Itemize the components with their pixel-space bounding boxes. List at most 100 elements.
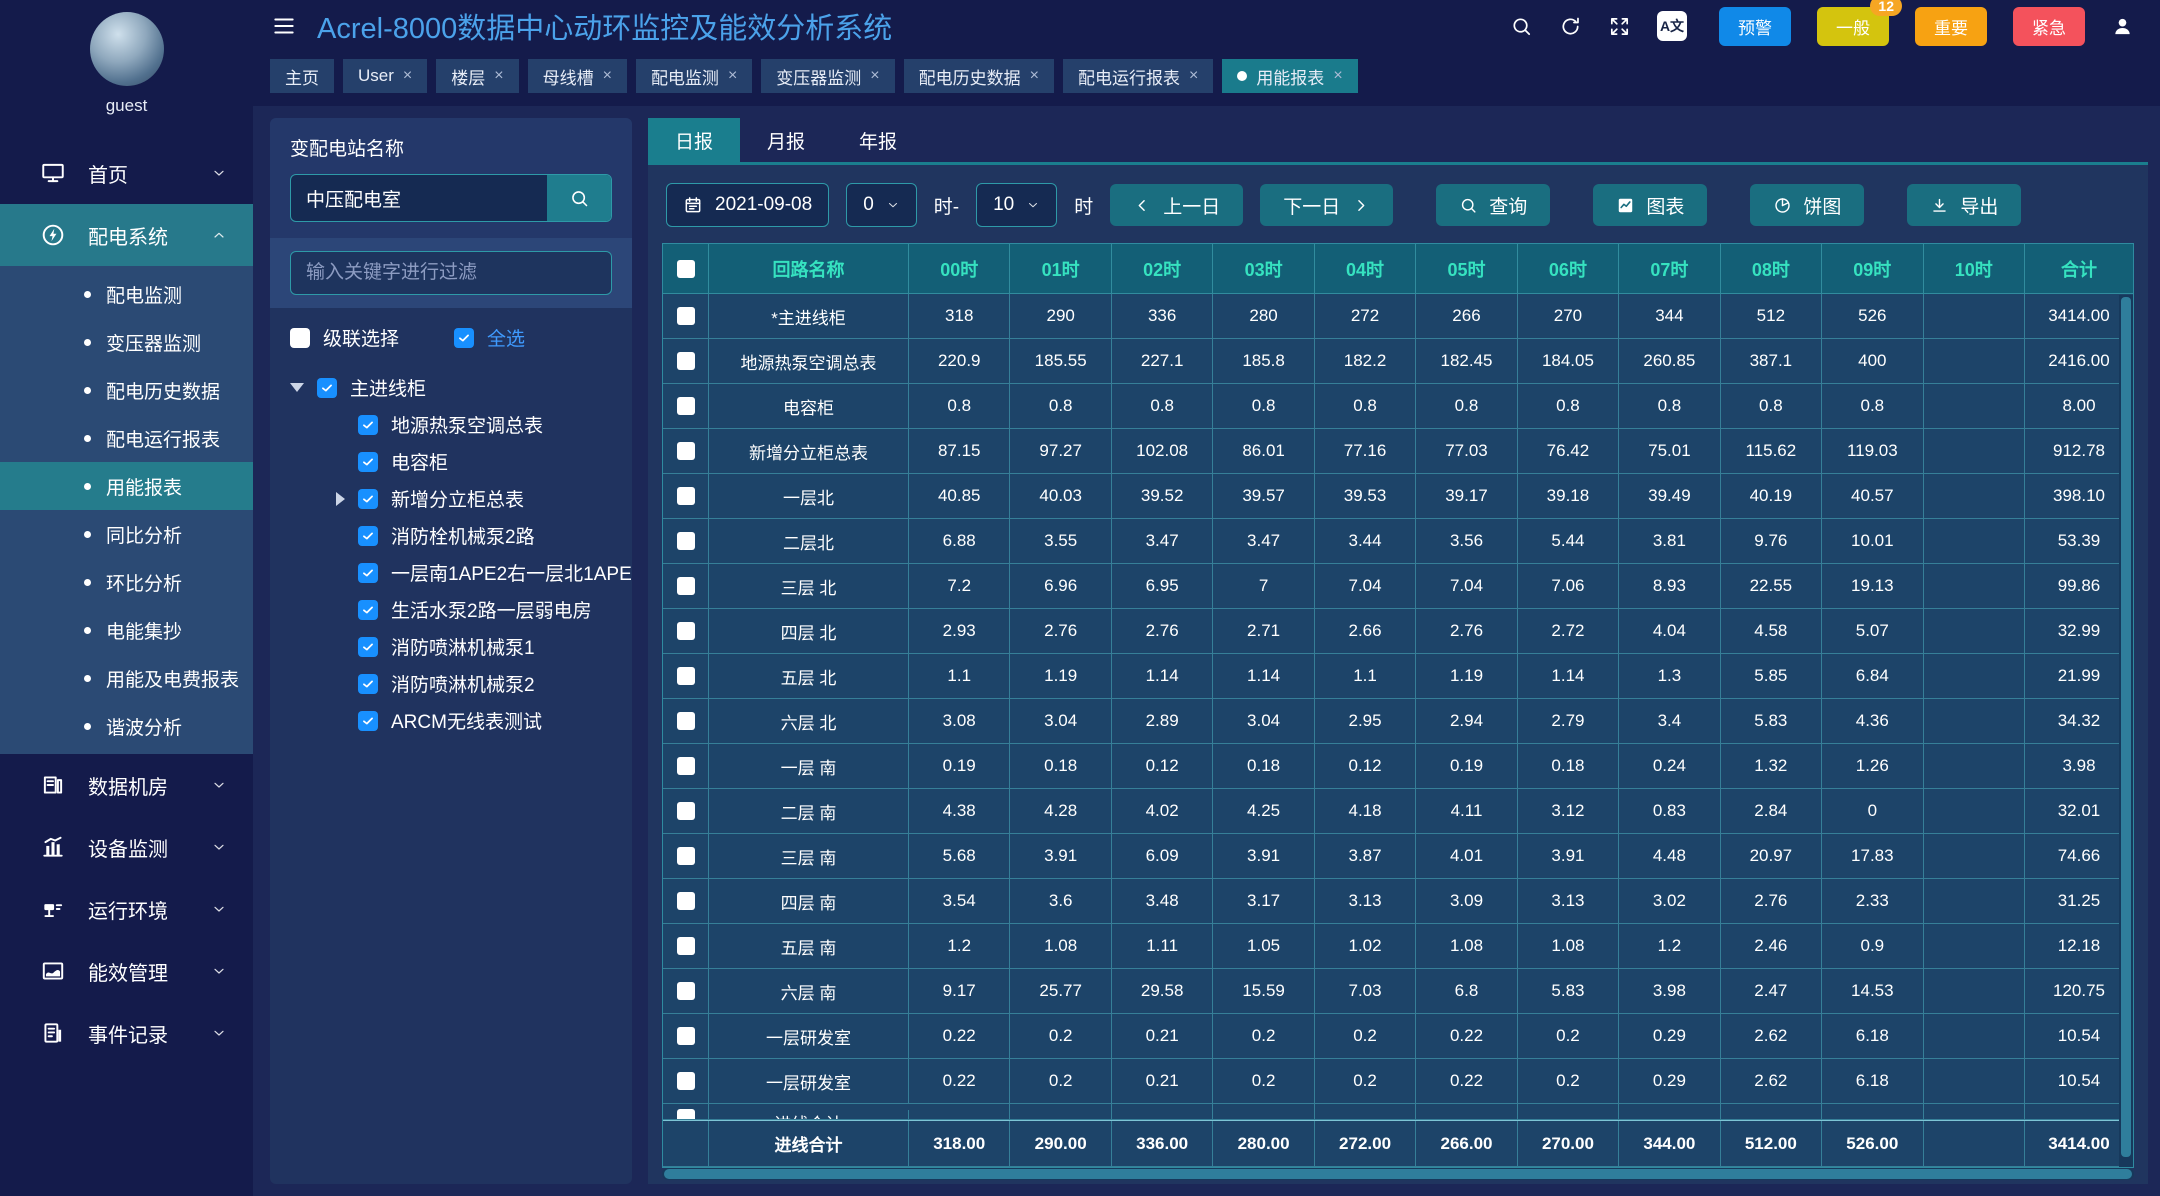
tree-node-消防喷淋机械泵1[interactable]: 消防喷淋机械泵1 [290, 628, 612, 665]
tree-checkbox[interactable] [358, 600, 378, 620]
row-checkbox[interactable] [677, 307, 695, 325]
export-button[interactable]: 导出 [1907, 184, 2021, 226]
avatar[interactable] [90, 12, 164, 86]
table-scrollbar-thumb[interactable] [2121, 297, 2131, 1157]
tree-checkbox[interactable] [358, 711, 378, 731]
tab-close-icon[interactable]: × [1030, 68, 1039, 84]
row-checkbox[interactable] [677, 712, 695, 730]
tree-checkbox[interactable] [358, 674, 378, 694]
header-checkbox[interactable] [677, 260, 695, 278]
hour-from-select[interactable]: 0 [846, 183, 917, 227]
prev-day-button[interactable]: 上一日 [1110, 184, 1243, 226]
sidebar-subitem-配电运行报表[interactable]: 配电运行报表 [0, 414, 253, 462]
select-all-label[interactable]: 全选 [487, 324, 525, 351]
alarm-badge[interactable]: 预警 [1719, 7, 1791, 46]
row-checkbox[interactable] [677, 847, 695, 865]
sidebar-subitem-配电历史数据[interactable]: 配电历史数据 [0, 366, 253, 414]
chart-button[interactable]: 图表 [1593, 184, 1707, 226]
row-checkbox[interactable] [677, 757, 695, 775]
sidebar-subitem-谐波分析[interactable]: 谐波分析 [0, 702, 253, 750]
station-input[interactable] [291, 175, 547, 221]
hour-to-select[interactable]: 10 [976, 183, 1057, 227]
row-checkbox[interactable] [677, 937, 695, 955]
refresh-icon[interactable] [1559, 15, 1582, 38]
keyword-filter-input[interactable] [290, 251, 612, 295]
search-icon[interactable] [1510, 15, 1533, 38]
report-tab-月报[interactable]: 月报 [740, 118, 832, 162]
tab-close-icon[interactable]: × [728, 68, 737, 84]
tab-close-icon[interactable]: × [1189, 68, 1198, 84]
tab-close-icon[interactable]: × [1333, 68, 1342, 84]
sidebar-item-数据机房[interactable]: 数据机房 [0, 754, 253, 816]
tree-checkbox[interactable] [358, 637, 378, 657]
tree-checkbox[interactable] [358, 452, 378, 472]
sidebar-item-首页[interactable]: 首页 [0, 142, 253, 204]
alarm-badge[interactable]: 重要 [1915, 7, 1987, 46]
alarm-badge[interactable]: 紧急 [2013, 7, 2085, 46]
cascade-checkbox[interactable] [290, 328, 310, 348]
pie-button[interactable]: 饼图 [1750, 184, 1864, 226]
row-checkbox[interactable] [677, 352, 695, 370]
tree-node-生活水泵2路一层弱电房[interactable]: 生活水泵2路一层弱电房 [290, 591, 612, 628]
row-checkbox[interactable] [677, 667, 695, 685]
select-all-checkbox[interactable] [454, 328, 474, 348]
alarm-badge[interactable]: 一般12 [1817, 7, 1889, 46]
sidebar-subitem-用能及电费报表[interactable]: 用能及电费报表 [0, 654, 253, 702]
row-checkbox[interactable] [677, 487, 695, 505]
query-button[interactable]: 查询 [1436, 184, 1550, 226]
tree-node-新增分立柜总表[interactable]: 新增分立柜总表 [290, 480, 612, 517]
tree-checkbox[interactable] [317, 378, 337, 398]
sidebar-subitem-用能报表[interactable]: 用能报表 [0, 462, 253, 510]
tab-close-icon[interactable]: × [494, 68, 503, 84]
row-checkbox[interactable] [677, 1109, 695, 1120]
row-checkbox[interactable] [677, 397, 695, 415]
translate-icon[interactable]: A文 [1657, 11, 1687, 41]
report-tab-日报[interactable]: 日报 [648, 118, 740, 162]
row-checkbox[interactable] [677, 442, 695, 460]
row-checkbox[interactable] [677, 982, 695, 1000]
tree-checkbox[interactable] [358, 526, 378, 546]
tab-主页[interactable]: 主页 [270, 59, 334, 93]
sidebar-subitem-变压器监测[interactable]: 变压器监测 [0, 318, 253, 366]
table-hscrollbar-thumb[interactable] [664, 1169, 2132, 1179]
row-checkbox[interactable] [677, 802, 695, 820]
report-tab-年报[interactable]: 年报 [832, 118, 924, 162]
caret-down-icon[interactable] [290, 383, 304, 392]
tree-node-地源热泵空调总表[interactable]: 地源热泵空调总表 [290, 406, 612, 443]
tab-用能报表[interactable]: 用能报表× [1222, 59, 1357, 93]
sidebar-subitem-环比分析[interactable]: 环比分析 [0, 558, 253, 606]
next-day-button[interactable]: 下一日 [1260, 184, 1393, 226]
row-checkbox[interactable] [677, 892, 695, 910]
tab-母线槽[interactable]: 母线槽× [528, 59, 627, 93]
tab-楼层[interactable]: 楼层× [436, 59, 518, 93]
row-checkbox[interactable] [677, 1072, 695, 1090]
tab-User[interactable]: User× [343, 59, 427, 93]
tree-node-消防喷淋机械泵2[interactable]: 消防喷淋机械泵2 [290, 665, 612, 702]
sidebar-subitem-配电监测[interactable]: 配电监测 [0, 270, 253, 318]
tree-node-电容柜[interactable]: 电容柜 [290, 443, 612, 480]
sidebar-subitem-电能集抄[interactable]: 电能集抄 [0, 606, 253, 654]
caret-right-icon[interactable] [336, 492, 345, 506]
tree-node-一层南1APE2右一层北1APE1左[interactable]: 一层南1APE2右一层北1APE1左 [290, 554, 612, 591]
sidebar-item-设备监测[interactable]: 设备监测 [0, 816, 253, 878]
sidebar-item-配电系统[interactable]: 配电系统 [0, 204, 253, 266]
sidebar-subitem-同比分析[interactable]: 同比分析 [0, 510, 253, 558]
tree-node-root[interactable]: 主进线柜 [290, 369, 612, 406]
tree-checkbox[interactable] [358, 563, 378, 583]
date-picker[interactable]: 2021-09-08 [666, 183, 829, 227]
row-checkbox[interactable] [677, 622, 695, 640]
fullscreen-icon[interactable] [1608, 15, 1631, 38]
user-icon[interactable] [2111, 15, 2134, 38]
row-checkbox[interactable] [677, 577, 695, 595]
tab-配电运行报表[interactable]: 配电运行报表× [1063, 59, 1213, 93]
tree-node-消防栓机械泵2路[interactable]: 消防栓机械泵2路 [290, 517, 612, 554]
row-checkbox[interactable] [677, 532, 695, 550]
sidebar-item-能效管理[interactable]: 能效管理 [0, 940, 253, 1002]
tree-checkbox[interactable] [358, 415, 378, 435]
sidebar-item-运行环境[interactable]: 运行环境 [0, 878, 253, 940]
tab-配电历史数据[interactable]: 配电历史数据× [904, 59, 1054, 93]
tab-变压器监测[interactable]: 变压器监测× [761, 59, 894, 93]
row-checkbox[interactable] [677, 1027, 695, 1045]
tree-node-ARCM无线表测试[interactable]: ARCM无线表测试 [290, 702, 612, 739]
menu-toggle-icon[interactable] [271, 13, 297, 39]
